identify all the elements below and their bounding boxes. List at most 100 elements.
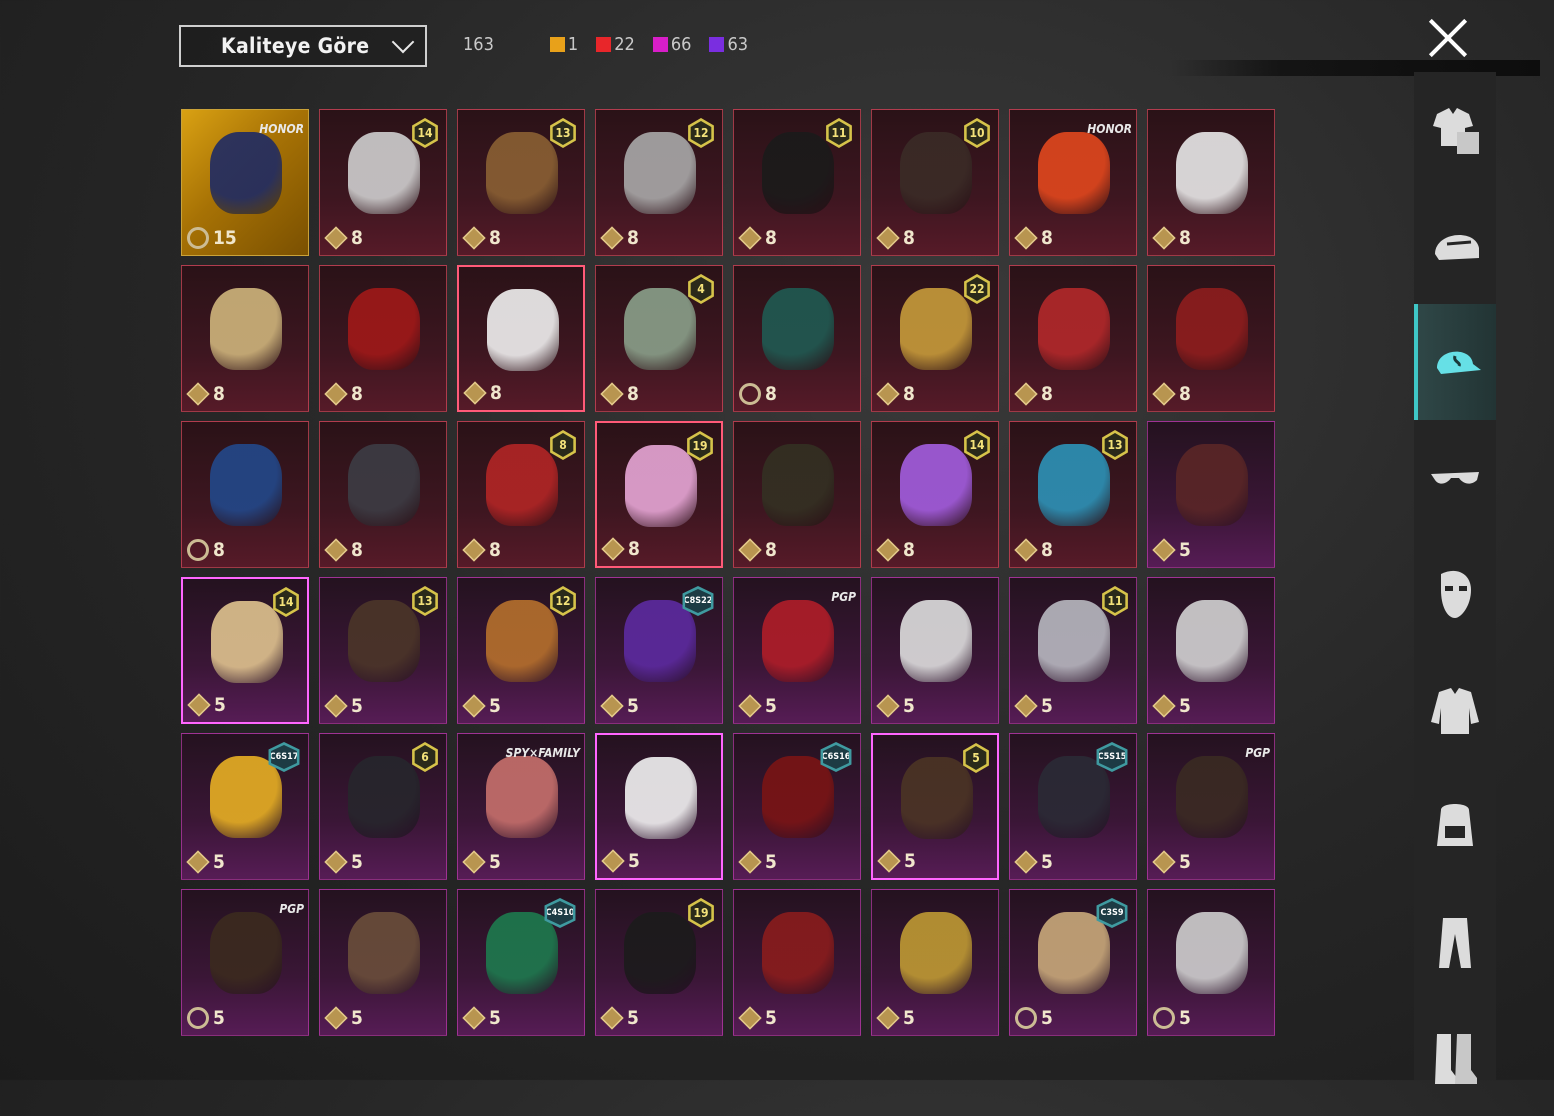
item-points-value: 8 [903,227,915,249]
item-badge-text: C8S22 [685,589,711,613]
item-tile[interactable]: 5 [595,733,723,880]
item-tile[interactable]: PGP 5 [181,889,309,1036]
item-badge-text: 11 [1104,589,1126,613]
item-badge-text: HONOR [1087,122,1132,136]
sidebar-tab-jacket[interactable] [1414,652,1496,768]
sidebar-tab-mask[interactable] [1414,536,1496,652]
item-points: 8 [462,538,501,562]
item-tile[interactable]: C8S22 5 [595,577,723,724]
outfit-icon [1433,108,1479,154]
item-tile[interactable]: C3S9 5 [1009,889,1137,1036]
item-tile[interactable]: 5 [319,889,447,1036]
item-tile[interactable]: 5 [733,889,861,1036]
item-tile[interactable]: 55 [871,733,999,880]
item-tile[interactable]: C5S15 5 [1009,733,1137,880]
item-points: 5 [462,850,501,874]
item-tile[interactable]: 8 [181,421,309,568]
coin-icon [1014,694,1038,718]
close-icon[interactable] [1426,16,1470,60]
item-points-value: 5 [1179,539,1191,561]
item-tile[interactable]: 12 5 [457,577,585,724]
item-tile[interactable]: 8 [457,265,585,412]
item-badge: 22 [964,274,990,304]
item-tile[interactable]: 12 8 [595,109,723,256]
item-points: 5 [1152,538,1191,562]
item-tile[interactable]: 8 [181,265,309,412]
item-points-value: 8 [213,383,225,405]
item-image [900,132,972,214]
item-tile[interactable]: C4S10 5 [457,889,585,1036]
coin-icon [324,538,348,562]
item-tile[interactable]: 11 8 [733,109,861,256]
item-points: 8 [1014,382,1053,406]
item-tile[interactable]: 22 8 [871,265,999,412]
item-points: 8 [324,538,363,562]
item-tile[interactable]: PGP 5 [1147,733,1275,880]
item-tile[interactable]: 13 5 [319,577,447,724]
sidebar-tab-cap[interactable] [1414,304,1496,420]
count-gold: 1 [549,34,578,55]
item-tile[interactable]: 11 5 [1009,577,1137,724]
item-tile[interactable]: C6S17 5 [181,733,309,880]
item-tile[interactable]: 5 [1147,889,1275,1036]
item-points-value: 5 [214,694,226,716]
gold-swatch [549,37,565,52]
item-tile[interactable]: 19 5 [595,889,723,1036]
item-tile[interactable]: 5 [1147,577,1275,724]
item-tile[interactable]: 5 [1147,421,1275,568]
coin-icon [876,538,900,562]
sidebar-tab-boots[interactable] [1414,1000,1496,1116]
item-tile[interactable]: 8 [1009,265,1137,412]
item-tile[interactable]: 8 [733,421,861,568]
item-badge: 19 [688,898,714,928]
item-points-value: 8 [489,539,501,561]
sidebar-tab-helmet[interactable] [1414,188,1496,304]
item-points: 8 [738,538,777,562]
item-image [210,756,282,838]
item-tile[interactable]: 88 [457,421,585,568]
count-purple-value: 63 [727,34,749,55]
item-tile[interactable]: 48 [595,265,723,412]
item-points-value: 8 [489,227,501,249]
item-badge-text: SPY×FAMILY [505,746,580,760]
item-image [1038,288,1110,370]
item-tile[interactable]: HONOR 15 [181,109,309,256]
coin-icon [324,694,348,718]
item-points: 8 [187,539,225,561]
item-tile[interactable]: 8 [733,265,861,412]
item-points-value: 8 [765,227,777,249]
sidebar-tab-glasses[interactable] [1414,420,1496,536]
sidebar-tab-pants[interactable] [1414,884,1496,1000]
item-points: 15 [187,227,237,249]
item-tile[interactable]: 14 8 [871,421,999,568]
sidebar-tab-outfit[interactable] [1414,72,1496,188]
sidebar-tab-backpack[interactable] [1414,768,1496,884]
item-tile[interactable]: C6S16 5 [733,733,861,880]
item-grid: HONOR 15 14 8 13 8 12 8 11 8 10 8 HONOR 8 8 8 8 8 4 8 8 22 8 8 8… [181,109,1275,1036]
item-image [1176,288,1248,370]
item-tile[interactable]: PGP 5 [733,577,861,724]
item-tile[interactable]: SPY×FAMILY 5 [457,733,585,880]
coin-icon [876,382,900,406]
item-tile[interactable]: 8 [319,421,447,568]
coin-icon [1014,538,1038,562]
item-tile[interactable]: 5 [871,577,999,724]
item-tile[interactable]: 8 [319,265,447,412]
item-image [762,756,834,838]
coin-icon [600,226,624,250]
item-tile[interactable]: 8 [1147,265,1275,412]
sort-dropdown[interactable]: Kaliteye Göre [179,25,427,67]
item-tile[interactable]: 65 [319,733,447,880]
item-tile[interactable]: 19 8 [595,421,723,568]
item-tile[interactable]: 13 8 [1009,421,1137,568]
item-tile[interactable]: 8 [1147,109,1275,256]
coin-icon [1014,226,1038,250]
item-tile[interactable]: 14 8 [319,109,447,256]
item-badge: HONOR [259,114,304,144]
item-tile[interactable]: HONOR 8 [1009,109,1137,256]
item-tile[interactable]: 5 [871,889,999,1036]
item-tile[interactable]: 14 5 [181,577,309,724]
item-tile[interactable]: 10 8 [871,109,999,256]
item-tile[interactable]: 13 8 [457,109,585,256]
item-points: 8 [1014,538,1053,562]
